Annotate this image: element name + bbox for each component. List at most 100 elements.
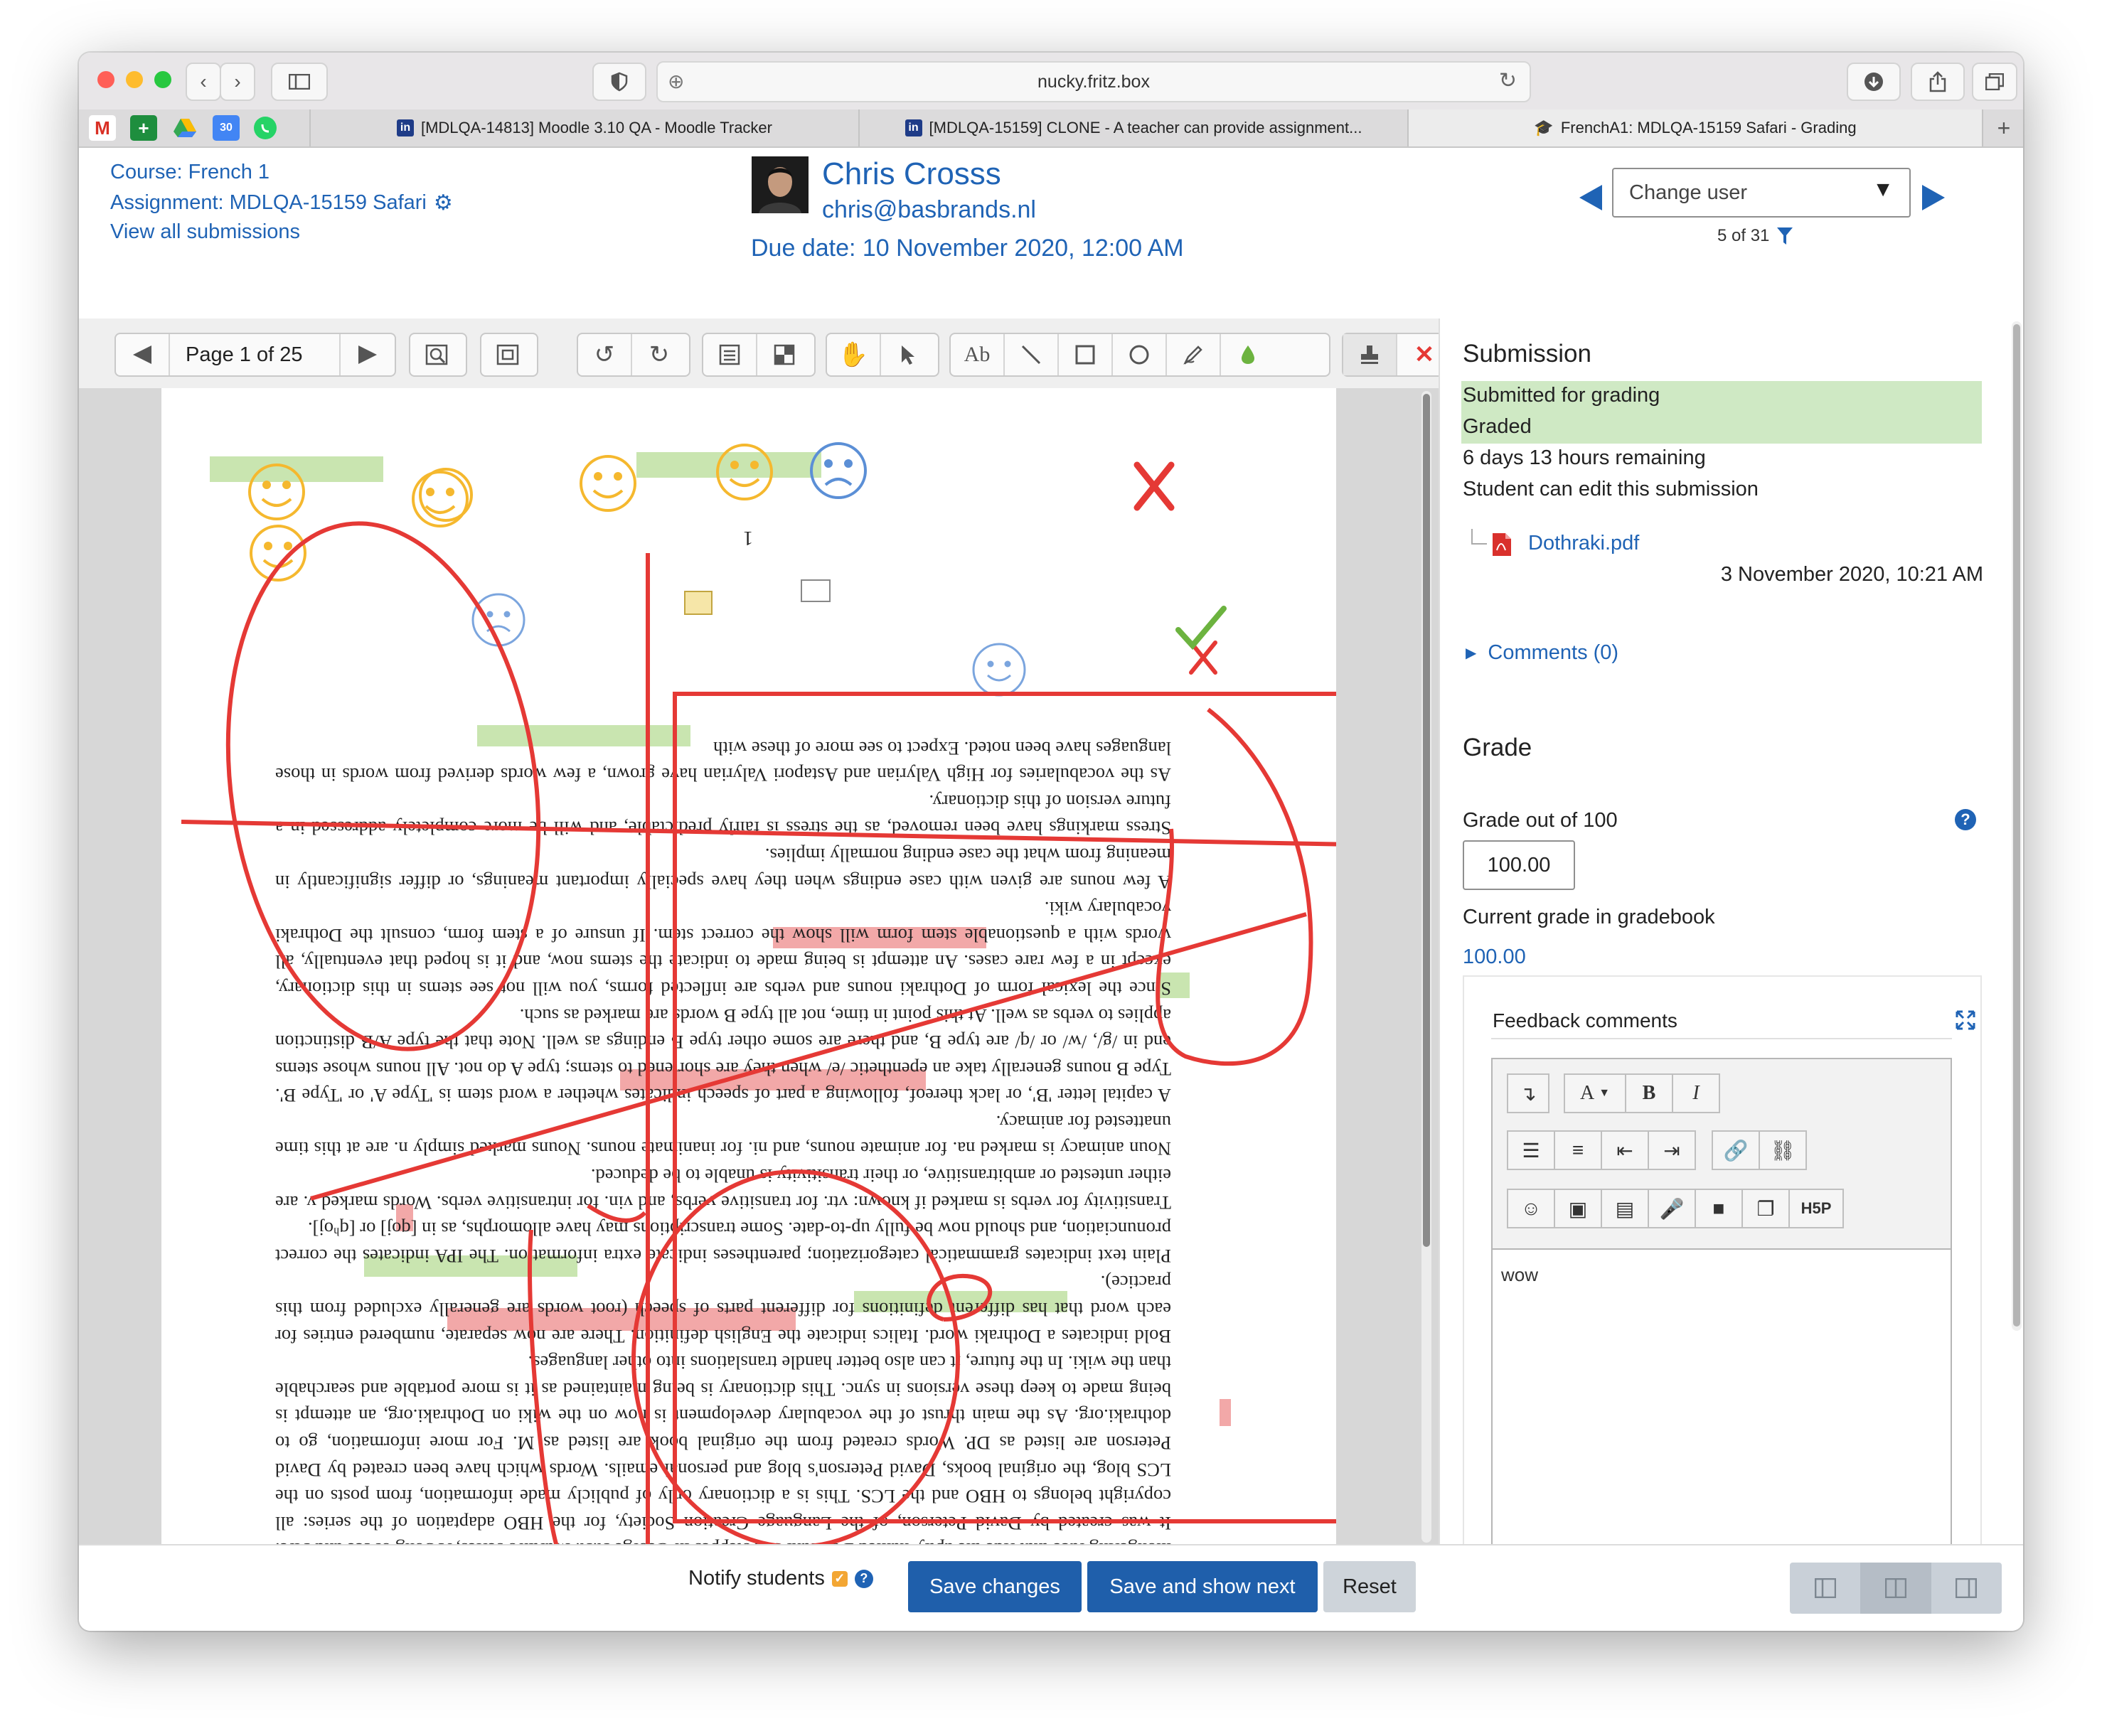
- share-icon[interactable]: [1911, 63, 1965, 101]
- tab-grading[interactable]: 🎓 FrenchA1: MDLQA-15159 Safari - Grading: [1407, 109, 1982, 146]
- pdf-page[interactable]: 1 This is the first available Dothraki d…: [161, 388, 1336, 1575]
- collapse-grade-panel-icon[interactable]: [1790, 1563, 1860, 1614]
- filter-icon[interactable]: [1776, 227, 1793, 245]
- comment-tool-icon[interactable]: Ab: [951, 334, 1005, 375]
- hand-pan-icon[interactable]: ✋: [827, 334, 881, 375]
- address-bar[interactable]: ⊕ nucky.fritz.box ↻: [656, 61, 1531, 102]
- sidebar-toggle-icon[interactable]: [271, 63, 328, 101]
- privacy-shield-icon[interactable]: [592, 63, 646, 101]
- font-style-button[interactable]: A ▼: [1564, 1073, 1626, 1113]
- outdent-icon[interactable]: ⇤: [1601, 1130, 1649, 1170]
- emoji-icon[interactable]: ☺: [1507, 1189, 1555, 1228]
- image-icon[interactable]: ▣: [1554, 1189, 1602, 1228]
- media-icon[interactable]: ▤: [1601, 1189, 1649, 1228]
- tab-overview-icon[interactable]: [1972, 63, 2017, 101]
- comment-list-icon[interactable]: [703, 334, 757, 375]
- vertical-scrollbar-thumb[interactable]: [1423, 394, 1430, 1247]
- annotation-layer[interactable]: [161, 388, 1336, 1575]
- italic-button[interactable]: I: [1672, 1073, 1720, 1113]
- comment-marker[interactable]: [684, 591, 713, 615]
- rotate-right-icon[interactable]: ↻: [632, 334, 686, 375]
- forward-icon[interactable]: ›: [220, 63, 255, 101]
- calendar-icon[interactable]: 30: [213, 115, 240, 141]
- help-icon[interactable]: ?: [854, 1569, 873, 1588]
- frown-stamp[interactable]: [810, 442, 867, 499]
- smiley-stamp[interactable]: [250, 525, 306, 582]
- oval-tool-icon[interactable]: [1113, 334, 1167, 375]
- course-link[interactable]: Course: French 1: [110, 161, 270, 184]
- pdf-viewer[interactable]: 1 This is the first available Dothraki d…: [79, 388, 1439, 1597]
- search-comments-button[interactable]: [409, 333, 467, 377]
- view-all-submissions-link[interactable]: View all submissions: [110, 220, 300, 244]
- highlight-tool-icon[interactable]: [1221, 334, 1275, 375]
- select-pointer-icon[interactable]: [881, 334, 935, 375]
- download-icon[interactable]: [1847, 63, 1901, 101]
- smiley-stamp[interactable]: [580, 455, 636, 512]
- comment-marker[interactable]: [801, 579, 831, 602]
- cross-stamp[interactable]: [1133, 461, 1175, 511]
- change-user-select[interactable]: Change user ▼: [1612, 168, 1911, 218]
- gmail-icon[interactable]: M: [89, 115, 116, 141]
- stamp-tool-icon[interactable]: [1343, 334, 1397, 375]
- page-select[interactable]: Page 1 of 25: [170, 334, 341, 375]
- submission-file-link[interactable]: Dothraki.pdf: [1528, 532, 1639, 555]
- vertical-scrollbar[interactable]: [1421, 391, 1431, 1543]
- reload-icon[interactable]: ↻: [1499, 68, 1517, 93]
- rectangle-tool-icon[interactable]: [1059, 334, 1113, 375]
- reset-button[interactable]: Reset: [1323, 1561, 1416, 1612]
- unlink-icon[interactable]: ⛓: [1759, 1130, 1807, 1170]
- frown-stamp[interactable]: [471, 593, 526, 647]
- numbered-list-icon[interactable]: ≡: [1554, 1130, 1602, 1170]
- gear-icon[interactable]: ⚙: [434, 191, 453, 215]
- previous-page-icon[interactable]: [116, 334, 170, 375]
- previous-user-icon[interactable]: [1578, 183, 1604, 215]
- tick-stamp[interactable]: [1175, 606, 1227, 650]
- notify-checkbox[interactable]: ✓: [831, 1570, 848, 1587]
- minimize-window-button[interactable]: [126, 71, 143, 88]
- expand-comments-button[interactable]: [480, 333, 538, 377]
- rotate-left-icon[interactable]: ↺: [578, 334, 632, 375]
- next-user-icon[interactable]: [1921, 183, 1946, 215]
- tab-moodle-tracker-2[interactable]: in [MDLQA-15159] CLONE - A teacher can pr…: [858, 109, 1407, 146]
- h5p-button[interactable]: H5P: [1788, 1189, 1844, 1228]
- manage-files-icon[interactable]: ❐: [1741, 1189, 1790, 1228]
- default-layout-icon[interactable]: [1860, 1563, 1931, 1614]
- show-more-buttons-icon[interactable]: ↴: [1507, 1073, 1549, 1113]
- sheets-icon[interactable]: +: [130, 115, 157, 141]
- bullet-list-icon[interactable]: ☰: [1507, 1130, 1555, 1170]
- back-icon[interactable]: ‹: [186, 63, 221, 101]
- new-tab-button[interactable]: +: [1982, 109, 2023, 146]
- indent-icon[interactable]: ⇥: [1648, 1130, 1696, 1170]
- smiley-stamp[interactable]: [972, 643, 1026, 697]
- help-icon[interactable]: ?: [1955, 809, 1976, 830]
- gradebook-value-link[interactable]: 100.00: [1463, 945, 1526, 969]
- pen-annotation[interactable]: [181, 503, 1336, 1555]
- record-video-icon[interactable]: ■: [1695, 1189, 1743, 1228]
- smiley-stamp[interactable]: [716, 444, 773, 500]
- bold-button[interactable]: B: [1625, 1073, 1673, 1113]
- smiley-stamp[interactable]: [248, 464, 305, 520]
- next-page-icon[interactable]: [341, 334, 395, 375]
- toggle-annotations-icon[interactable]: [757, 334, 811, 375]
- assignment-link[interactable]: Assignment: MDLQA-15159 Safari ⚙: [110, 191, 453, 215]
- user-name[interactable]: Chris Crosss: [822, 156, 1001, 192]
- panel-scrollbar-thumb[interactable]: [2013, 324, 2020, 1327]
- save-changes-button[interactable]: Save changes: [908, 1561, 1082, 1612]
- feedback-textarea[interactable]: wow: [1501, 1264, 1538, 1286]
- pen-tool-icon[interactable]: [1167, 334, 1221, 375]
- whatsapp-icon[interactable]: [254, 117, 277, 139]
- expand-icon[interactable]: [1955, 1009, 1976, 1034]
- save-and-show-next-button[interactable]: Save and show next: [1087, 1561, 1318, 1612]
- comments-toggle[interactable]: ▶ Comments (0): [1466, 641, 1618, 665]
- line-tool-icon[interactable]: [1005, 334, 1059, 375]
- drive-icon[interactable]: [171, 115, 198, 141]
- panel-scrollbar[interactable]: [2012, 321, 2022, 1331]
- link-icon[interactable]: 🔗: [1712, 1130, 1760, 1170]
- smiley-stamp[interactable]: [412, 468, 473, 527]
- record-audio-icon[interactable]: 🎤: [1648, 1189, 1696, 1228]
- zoom-window-button[interactable]: [154, 71, 171, 88]
- grade-input[interactable]: 100.00: [1463, 840, 1575, 890]
- close-window-button[interactable]: [97, 71, 114, 88]
- collapse-review-panel-icon[interactable]: [1931, 1563, 2002, 1614]
- tab-moodle-tracker-1[interactable]: in [MDLQA-14813] Moodle 3.10 QA - Moodle …: [309, 109, 858, 146]
